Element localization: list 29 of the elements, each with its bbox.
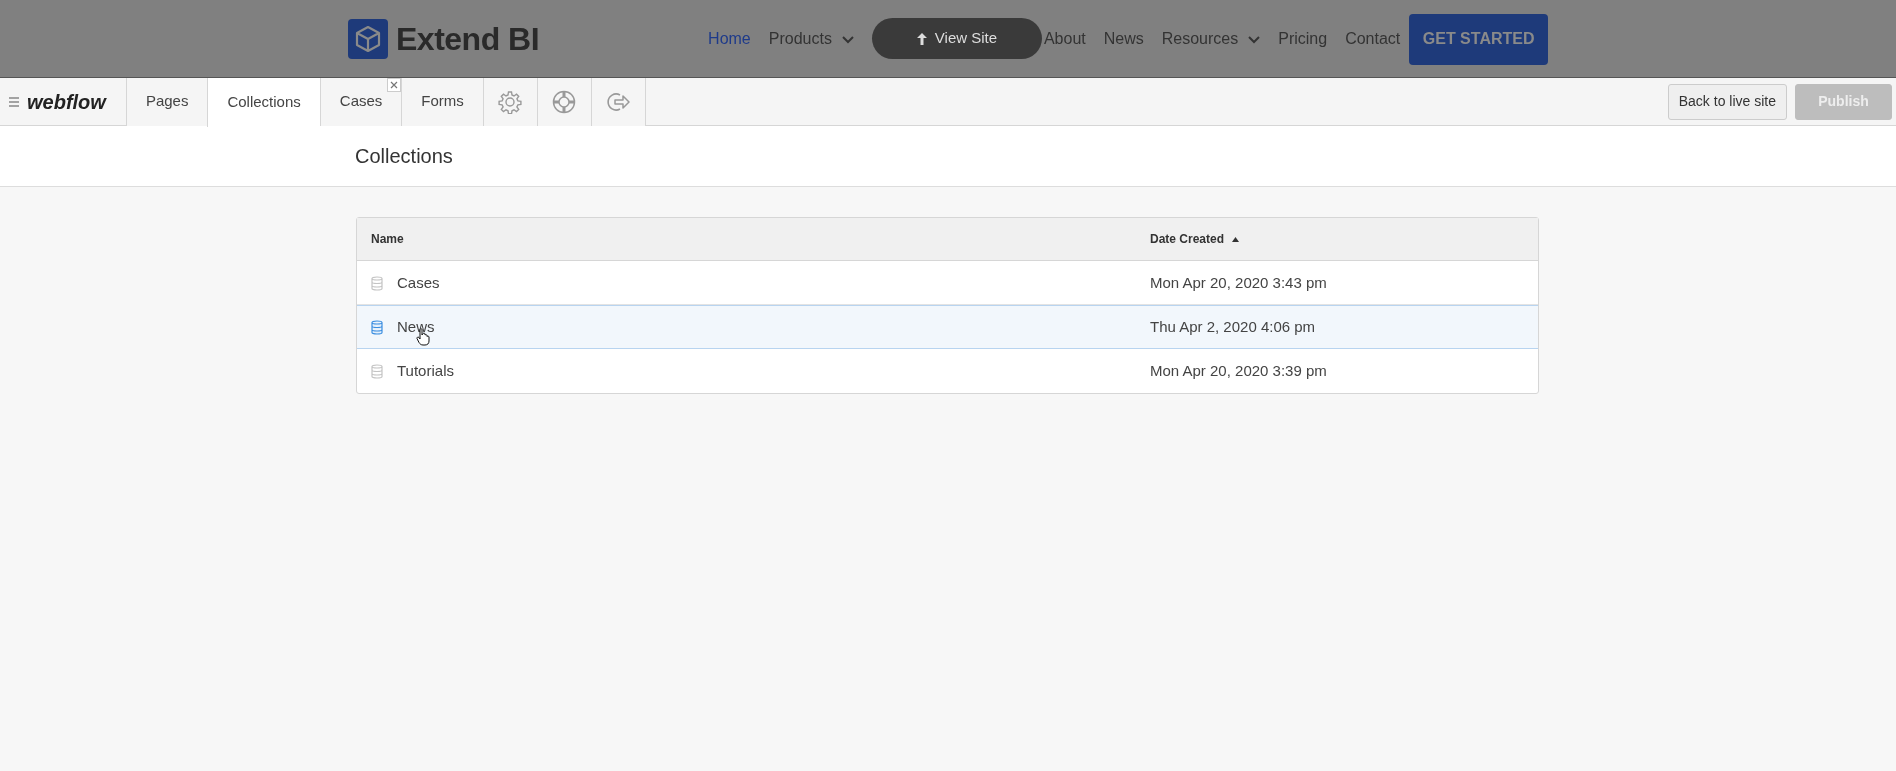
webflow-logo: webflow xyxy=(26,89,108,115)
table-row[interactable]: News Thu Apr 2, 2020 4:06 pm xyxy=(357,305,1538,349)
date-created: Mon Apr 20, 2020 3:43 pm xyxy=(1150,272,1327,293)
view-site-button[interactable]: View Site xyxy=(872,18,1042,59)
page-title: Collections xyxy=(0,126,1896,187)
editor-tab[interactable]: Cases xyxy=(319,77,402,126)
collection-name: News xyxy=(397,315,435,339)
date-created: Thu Apr 2, 2020 4:06 pm xyxy=(1150,316,1316,337)
editor-tab[interactable]: Forms xyxy=(401,77,483,126)
database-icon xyxy=(371,319,383,335)
toolbar-icon-button[interactable] xyxy=(482,77,537,126)
database-icon xyxy=(371,364,383,379)
toolbar-icon-button[interactable] xyxy=(590,77,645,126)
date-created: Mon Apr 20, 2020 3:39 pm xyxy=(1150,361,1327,382)
arrow-up-icon xyxy=(916,32,927,45)
editor-tab[interactable]: Pages xyxy=(125,77,208,126)
table-row[interactable]: Tutorials Mon Apr 20, 2020 3:39 pm xyxy=(357,349,1538,393)
collection-name: Tutorials xyxy=(397,361,454,382)
column-header[interactable]: Name xyxy=(371,230,1150,248)
database-icon xyxy=(371,275,383,291)
lifebuoy-icon xyxy=(552,89,577,114)
toolbar-icon-button[interactable] xyxy=(536,77,591,126)
editor-tab[interactable]: Collections xyxy=(207,77,320,127)
column-header[interactable]: Date Created xyxy=(1150,230,1240,248)
cube-logo-icon xyxy=(348,19,388,59)
collection-name: Cases xyxy=(397,272,440,293)
settings-icon xyxy=(498,89,523,114)
brand-name: Extend BI xyxy=(396,20,540,59)
back-to-live-site-button[interactable]: Back to live site xyxy=(1667,83,1787,120)
